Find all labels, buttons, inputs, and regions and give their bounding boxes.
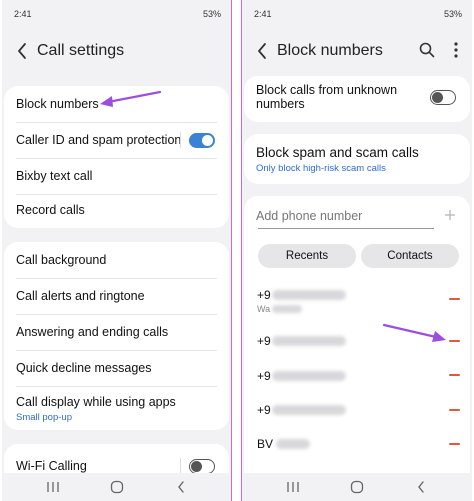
settings-item-sublabel: Small pop-up [16,412,72,423]
redacted-number [272,371,346,381]
contacts-button[interactable]: Contacts [361,244,459,268]
status-time: 2:41 [254,9,272,19]
settings-item-call-display[interactable]: Call display while using apps Small pop-… [4,386,229,428]
block-spam-card[interactable]: Block spam and scam calls Only block hig… [244,134,470,184]
remove-icon[interactable] [449,298,460,300]
remove-icon[interactable] [449,409,460,411]
settings-item-label: Call display while using apps [16,395,176,409]
remove-icon[interactable] [449,340,460,342]
divider [180,458,181,474]
settings-group-calls: Call background Call alerts and ringtone… [4,242,229,430]
back-icon[interactable] [12,39,32,63]
blocked-number-sub: Wa [257,304,271,314]
blocked-number-prefix: +9 [257,369,271,383]
block-unknown-toggle[interactable] [430,90,456,105]
settings-item-call-alerts[interactable]: Call alerts and ringtone [4,278,229,314]
add-icon[interactable] [444,209,456,221]
add-phone-number-input[interactable]: Add phone number [256,209,362,223]
remove-icon[interactable] [449,374,460,376]
divider [180,132,181,148]
settings-item-label: Call background [16,253,107,267]
status-battery: 53% [443,9,462,19]
input-underline [258,228,434,229]
page-title: Call settings [37,42,125,59]
settings-item-caller-id[interactable]: Caller ID and spam protection [4,122,229,158]
blocked-number-prefix: +9 [257,403,271,417]
settings-item-call-background[interactable]: Call background [4,242,229,278]
settings-item-bixby-text-call[interactable]: Bixby text call [4,158,229,194]
settings-item-label: Answering and ending calls [16,325,169,339]
recent-apps-icon[interactable] [286,481,300,493]
redacted-label [272,305,302,313]
remove-icon[interactable] [449,443,460,445]
recent-apps-icon[interactable] [46,481,60,493]
status-bar: 2:41 53% [2,0,231,26]
back-icon[interactable] [252,39,272,63]
back-nav-icon[interactable] [176,480,186,494]
home-icon[interactable] [350,480,364,494]
navigation-bar [242,473,472,501]
more-options-icon[interactable] [452,40,460,60]
settings-item-label: Caller ID and spam protection [16,133,182,147]
block-numbers-screen: 2:41 53% Block numbers Block calls from … [241,0,472,501]
call-settings-screen: 2:41 53% Call settings Block numbers Cal… [2,0,232,501]
page-title: Block numbers [277,42,383,59]
navigation-bar [2,473,231,501]
blocked-number-prefix: +9 [257,288,271,302]
status-time: 2:41 [14,9,32,19]
redacted-number [276,439,310,449]
app-bar: Call settings [2,36,231,70]
back-nav-icon[interactable] [416,480,426,494]
annotation-arrow [382,323,446,342]
settings-item-quick-decline[interactable]: Quick decline messages [4,350,229,386]
settings-item-label: Bixby text call [16,169,93,183]
recents-button[interactable]: Recents [258,244,356,268]
status-battery: 53% [202,9,221,19]
status-bar: 2:41 53% [242,0,472,26]
redacted-number [272,405,346,415]
settings-item-label: Block numbers [16,97,99,111]
redacted-number [272,290,346,300]
caller-id-toggle[interactable] [189,133,215,148]
settings-item-record-calls[interactable]: Record calls [4,192,229,228]
wifi-calling-toggle[interactable] [189,459,215,474]
blocked-number-prefix: +9 [257,334,271,348]
settings-item-label: Quick decline messages [16,361,152,375]
block-unknown-card[interactable]: Block calls from unknown numbers [244,76,470,122]
settings-item-label: Call alerts and ringtone [16,289,145,303]
search-icon[interactable] [418,41,436,59]
block-unknown-label: Block calls from unknown numbers [256,83,398,111]
settings-item-label: Record calls [16,203,85,217]
settings-item-answering-ending[interactable]: Answering and ending calls [4,314,229,350]
block-spam-sublabel: Only block high-risk scam calls [256,163,386,174]
app-bar: Block numbers [242,36,472,70]
settings-item-label: Wi-Fi Calling [16,459,87,473]
annotation-arrow [100,90,162,107]
blocked-number-prefix: BV [257,437,274,451]
home-icon[interactable] [110,480,124,494]
redacted-number [272,336,346,346]
block-spam-title: Block spam and scam calls [256,145,419,160]
